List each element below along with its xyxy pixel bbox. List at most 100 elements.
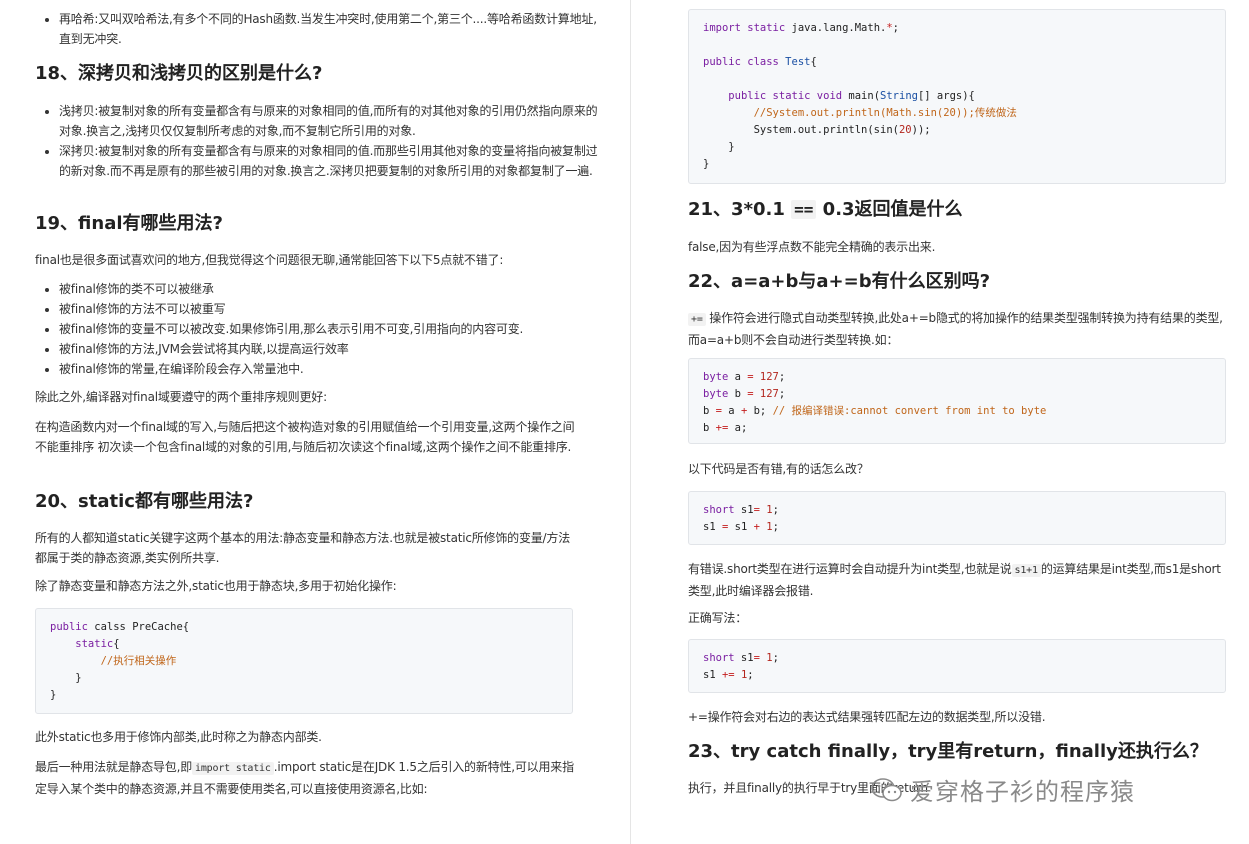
- list-item-shallow: 浅拷贝:被复制对象的所有变量都含有与原来的对象相同的值,而所有的对其他对象的引用…: [59, 101, 599, 141]
- code-token: }: [50, 689, 57, 701]
- code-token: +=: [715, 422, 729, 434]
- code-token: b: [703, 422, 716, 434]
- column-divider: [630, 0, 631, 844]
- code-comment: //System.out.println(Math.sin(20));传统做法: [703, 107, 1017, 119]
- code-token: 1: [734, 669, 748, 681]
- code-token: 20: [898, 124, 912, 136]
- code-token: a: [728, 371, 748, 383]
- text: 有错误.short类型在进行运算时会自动提升为int类型,也就是说: [688, 562, 1012, 576]
- code-token: a: [721, 405, 741, 417]
- code-token: 1: [759, 652, 773, 664]
- code-token: s1: [703, 669, 722, 681]
- code-token: }: [703, 141, 735, 153]
- code-token: 1: [759, 504, 773, 516]
- code-token: ;: [747, 669, 754, 681]
- code-token: ));: [911, 124, 931, 136]
- code-token: main(: [842, 90, 881, 102]
- code-token: [] args){: [917, 90, 975, 102]
- code-token: ;: [772, 652, 779, 664]
- code-token: String: [880, 90, 918, 102]
- code-token: }: [50, 672, 82, 684]
- heading-18: 18、深拷贝和浅拷贝的区别是什么?: [35, 63, 323, 84]
- static-block: 除了静态变量和静态方法之外,static也用于静态块,多用于初始化操作:: [35, 579, 397, 593]
- list-item: 被final修饰的方法,JVM会尝试将其内联,以提高运行效率: [59, 339, 599, 359]
- code-token: b: [728, 388, 748, 400]
- code-token: }: [703, 158, 710, 170]
- code-token: ;: [772, 521, 779, 533]
- code-token: calss PreCache{: [87, 621, 190, 633]
- heading-22: 22、a=a+b与a+=b有什么区别吗?: [688, 271, 991, 292]
- code-block-test: import static java.lang.Math.*; public c…: [688, 9, 1226, 184]
- code-token: byte: [703, 371, 729, 383]
- code-token: short: [703, 504, 735, 516]
- heading-20: 20、static都有哪些用法?: [35, 491, 254, 512]
- code-comment: // 报编译错误:cannot convert from int to byte: [772, 405, 1047, 417]
- final-rule: 在构造函数内对一个final域的写入,与随后把这个被构造对象的引用赋值给一个引用…: [35, 420, 575, 454]
- correct-label: 正确写法：: [688, 611, 748, 625]
- code-token: s1: [734, 652, 754, 664]
- pluseq-text: += 操作符会进行隐式自动类型转换,此处a+=b隐式的将加操作的结果类型强制转换…: [688, 308, 1228, 350]
- code-token: s1: [703, 521, 722, 533]
- list-item: 被final修饰的类不可以被继承: [59, 279, 599, 299]
- heading-19: 19、final有哪些用法?: [35, 213, 223, 234]
- code-token: ;: [892, 22, 899, 34]
- code-block-short2: short s1= 1; s1 += 1;: [688, 639, 1226, 693]
- hash-list: 再哈希:又叫双哈希法,有多个不同的Hash函数.当发生冲突时,使用第二个,第三个…: [35, 9, 599, 49]
- code-token: java.lang.Math.: [785, 22, 887, 34]
- code-token: short: [703, 652, 735, 664]
- heading-21: 21、3*0.1 == 0.3返回值是什么: [688, 198, 963, 222]
- watermark: 爱穿格子衫的程序猿: [870, 772, 1135, 807]
- code-block-short1: short s1= 1; s1 = s1 + 1;: [688, 491, 1226, 545]
- code-token: s1: [734, 504, 754, 516]
- inline-code: +=: [688, 313, 706, 326]
- code-token: public static void: [728, 90, 843, 102]
- heading-text: 21、3*0.1: [688, 199, 792, 220]
- text: 最后一种用法就是静态导包,即: [35, 760, 193, 774]
- code-block-precache: public calss PreCache{ static{ //执行相关操作 …: [35, 608, 573, 714]
- code-token: public: [50, 621, 88, 633]
- code-token: 1: [759, 521, 773, 533]
- final-list: 被final修饰的类不可以被继承 被final修饰的方法不可以被重写 被fina…: [35, 279, 599, 379]
- final-intro: final也是很多面试喜欢问的地方,但我觉得这个问题很无聊,通常能回答下以下5点…: [35, 253, 504, 267]
- code-token: Test: [778, 56, 811, 68]
- code-token: {: [810, 56, 817, 68]
- pluseq-explain: +=操作符会对右边的表达式结果强转匹配左边的数据类型,所以没错.: [688, 710, 1046, 724]
- question-error: 以下代码是否有错,有的话怎么改？: [688, 462, 869, 476]
- code-token: 127: [753, 388, 779, 400]
- code-token: ;: [778, 388, 786, 400]
- static-inner: 此外static也多用于修饰内部类,此时称之为静态内部类.: [35, 730, 322, 744]
- code-token: +=: [721, 669, 735, 681]
- code-token: ;: [772, 504, 779, 516]
- error-explain: 有错误.short类型在进行运算时会自动提升为int类型,也就是说 s1+1 的运算…: [688, 559, 1228, 601]
- false-text: false,因为有些浮点数不能完全精确的表示出来.: [688, 240, 936, 254]
- wechat-icon: [871, 777, 902, 801]
- inline-code: s1+1: [1011, 564, 1041, 577]
- code-token: static: [50, 638, 114, 650]
- watermark-text: 爱穿格子衫的程序猿: [910, 778, 1135, 806]
- final-reorder: 除此之外,编译器对final域要遵守的两个重排序规则更好:: [35, 390, 327, 404]
- list-item: 被final修饰的变量不可以被改变.如果修饰引用,那么表示引用不可变,引用指向的…: [59, 319, 599, 339]
- inline-code: import static: [192, 762, 274, 775]
- code-token: ;: [778, 371, 786, 383]
- inline-code: ==: [791, 200, 817, 219]
- text: 操作符会进行隐式自动类型转换,此处a+=b隐式的将加操作的结果类型强制转换为持有…: [688, 311, 1223, 347]
- heading-23: 23、try catch finally，try里有return，finally…: [688, 741, 1208, 762]
- code-token: byte: [703, 388, 729, 400]
- list-item: 再哈希:又叫双哈希法,有多个不同的Hash函数.当发生冲突时,使用第二个,第三个…: [59, 9, 599, 49]
- code-token: s1: [728, 521, 754, 533]
- list-item-deep: 深拷贝:被复制对象的所有变量都含有与原来的对象相同的值.而那些引用其他对象的变量…: [59, 141, 599, 181]
- code-token: b;: [747, 405, 773, 417]
- heading-text: 0.3返回值是什么: [816, 199, 963, 220]
- code-token: import static: [703, 22, 786, 34]
- static-intro: 所有的人都知道static关键字这两个基本的用法:静态变量和静态方法.也就是被s…: [35, 531, 570, 565]
- code-token: 127: [753, 371, 779, 383]
- code-token: public class: [703, 56, 779, 68]
- list-item: 被final修饰的方法不可以被重写: [59, 299, 599, 319]
- code-token: System.out.println(sin(: [703, 124, 899, 136]
- code-token: a;: [728, 422, 748, 434]
- code-token: b: [703, 405, 716, 417]
- copy-list: 浅拷贝:被复制对象的所有变量都含有与原来的对象相同的值,而所有的对其他对象的引用…: [35, 101, 599, 181]
- list-item: 被final修饰的常量,在编译阶段会存入常量池中.: [59, 359, 599, 379]
- code-block-byte: byte a = 127; byte b = 127; b = a + b; /…: [688, 358, 1226, 444]
